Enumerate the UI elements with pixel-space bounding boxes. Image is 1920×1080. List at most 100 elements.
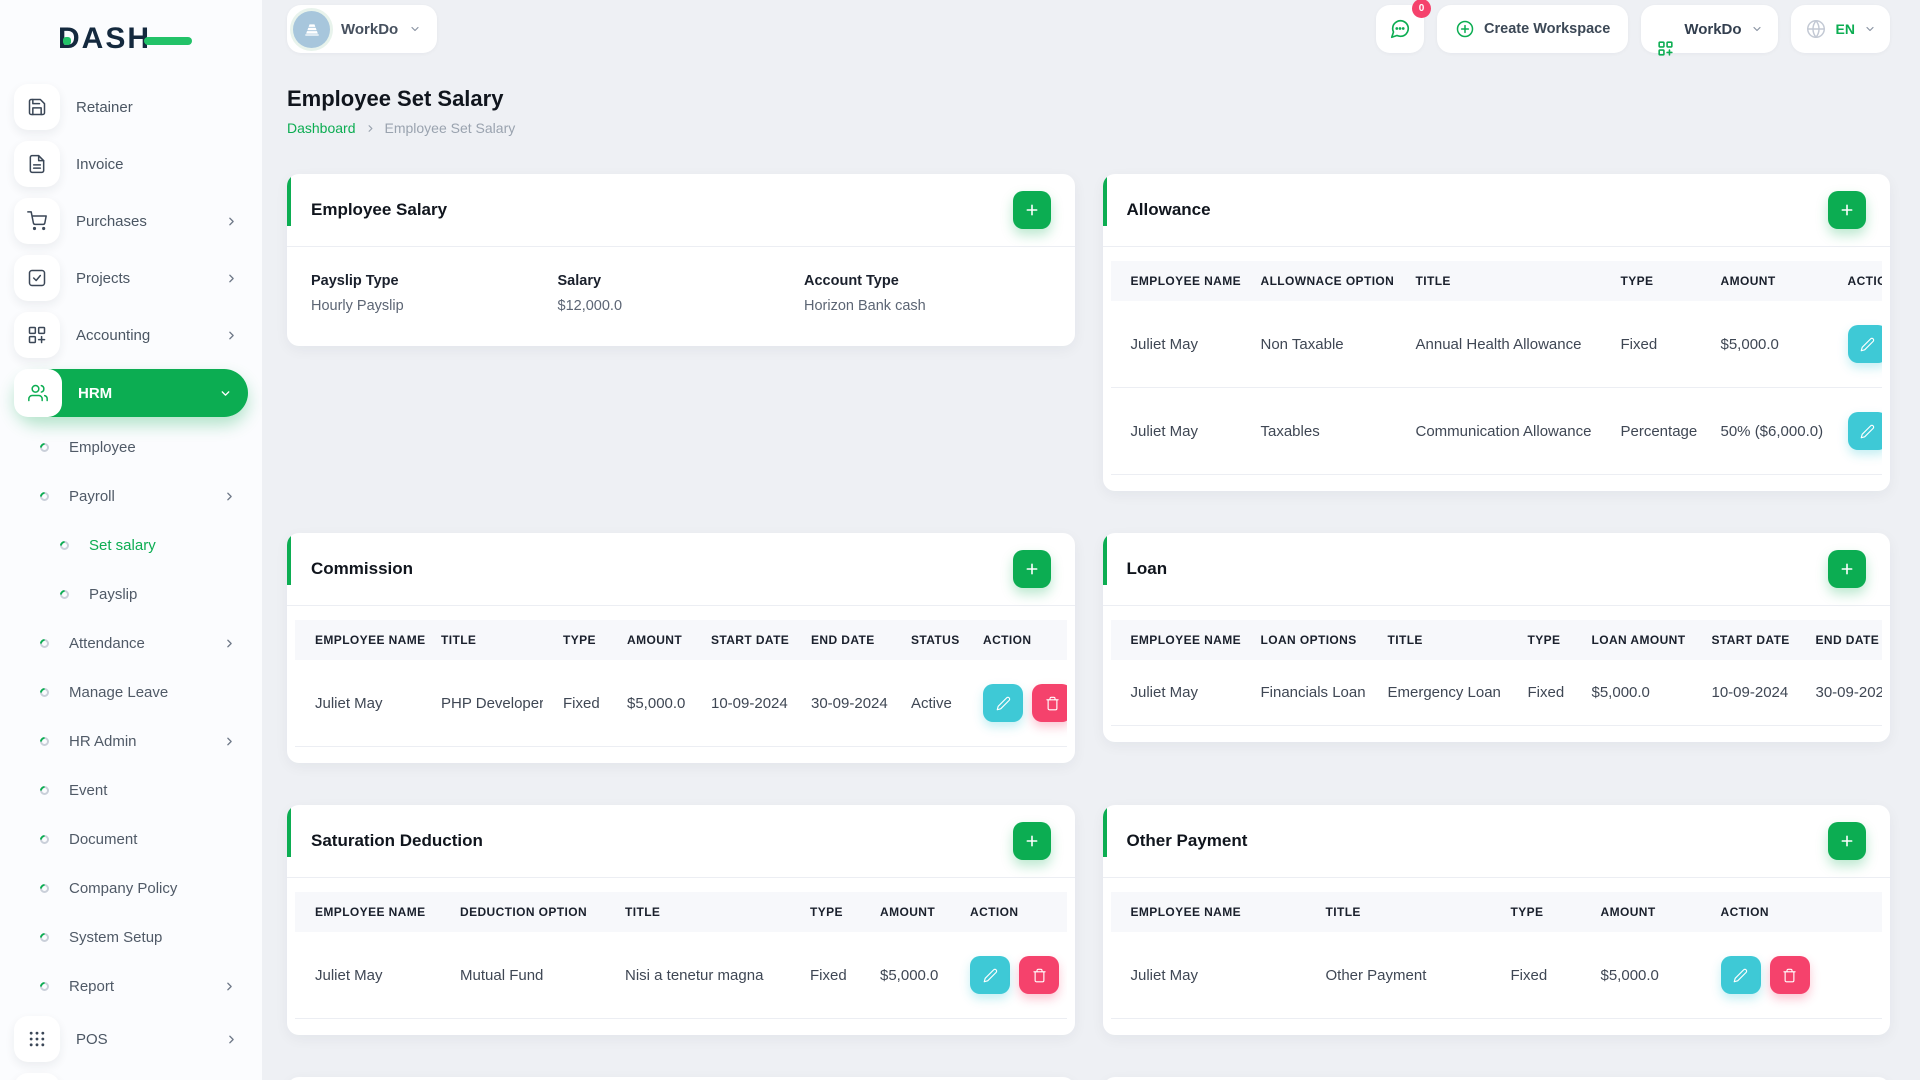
saturation-deduction-table-wrap: Employee Name Deduction Option Title Typ…	[295, 892, 1067, 1019]
messages-count-badge: 0	[1412, 0, 1432, 18]
chevron-right-icon	[225, 272, 238, 285]
app-logo[interactable]: DASH	[58, 22, 192, 56]
trash-icon	[1783, 968, 1796, 982]
sidebar-item-payroll[interactable]: Payroll	[14, 477, 248, 515]
cell-actions	[1827, 301, 1882, 388]
sidebar-item-purchases[interactable]: Purchases	[14, 198, 248, 244]
cart-icon	[14, 198, 60, 244]
delete-button[interactable]	[1769, 956, 1810, 994]
sidebar-item-document[interactable]: Document	[14, 820, 248, 858]
card-header: Allowance	[1102, 174, 1890, 247]
delete-button[interactable]	[1019, 956, 1059, 994]
workspace-switcher[interactable]: WorkDo	[287, 5, 438, 53]
building-icon	[304, 24, 319, 36]
table-header-row: Employee Name Loan Options Title Type Lo…	[1110, 620, 1882, 660]
chevron-down-icon	[1864, 23, 1876, 35]
add-allowance-button[interactable]	[1828, 191, 1866, 229]
sidebar-item-manage-leave[interactable]: Manage Leave	[14, 673, 248, 711]
cell-loan-amount: $5,000.0	[1571, 660, 1692, 726]
sidebar-item-hrm[interactable]: HRM	[14, 369, 248, 417]
sidebar-item-report[interactable]: Report	[14, 967, 248, 1005]
edit-button[interactable]	[1847, 412, 1882, 450]
chevron-right-icon	[223, 490, 236, 503]
sidebar-item-label: POS	[76, 1030, 108, 1048]
create-workspace-button[interactable]: Create Workspace	[1437, 5, 1629, 53]
bullet-icon	[38, 489, 51, 503]
invoice-icon	[14, 141, 60, 187]
add-loan-button[interactable]	[1828, 550, 1866, 588]
chevron-down-icon	[219, 387, 232, 400]
sidebar-item-crm[interactable]: CRM	[14, 1073, 248, 1080]
column-header: Title	[421, 620, 543, 660]
logo-dash-accent	[144, 37, 192, 45]
cell-amount: $5,000.0	[607, 660, 691, 747]
add-saturation-deduction-button[interactable]	[1012, 822, 1051, 860]
sidebar-item-accounting[interactable]: Accounting	[14, 312, 248, 358]
bullet-icon	[58, 538, 71, 552]
sidebar-item-payslip[interactable]: Payslip	[14, 575, 248, 613]
table-row: Juliet May Taxables Communication Allowa…	[1110, 387, 1882, 475]
sidebar-item-retainer[interactable]: Retainer	[14, 84, 248, 130]
sidebar-item-label: Event	[69, 781, 108, 799]
payslip-type-field: Payslip Type Hourly Payslip	[311, 273, 558, 314]
plus-icon	[1841, 204, 1853, 216]
edit-button[interactable]	[983, 684, 1023, 722]
edit-button[interactable]	[970, 956, 1010, 994]
add-commission-button[interactable]	[1012, 550, 1051, 588]
allowance-card: Allowance Employee Name Allownace Option…	[1102, 174, 1890, 491]
cell-start-date: 10-09-2024	[1691, 660, 1796, 726]
sidebar-item-hr-admin[interactable]: HR Admin	[14, 722, 248, 760]
breadcrumb-dashboard-link[interactable]: Dashboard	[287, 120, 356, 136]
column-header: Amount	[1580, 892, 1701, 932]
breadcrumb-current: Employee Set Salary	[384, 120, 516, 136]
sidebar-item-event[interactable]: Event	[14, 771, 248, 809]
field-label: Account Type	[804, 273, 899, 289]
cell-allowance-option: Non Taxable	[1240, 301, 1396, 388]
sidebar-item-system-setup[interactable]: System Setup	[14, 918, 248, 956]
language-dropdown[interactable]: EN	[1790, 5, 1890, 53]
saturation-deduction-card: Saturation Deduction Employee Name Deduc…	[287, 805, 1075, 1035]
add-employee-salary-button[interactable]	[1012, 191, 1051, 229]
messages-button[interactable]: 0	[1376, 0, 1432, 53]
main-content: Employee Set Salary Dashboard Employee S…	[262, 58, 1920, 1080]
bullet-icon	[38, 783, 51, 797]
bullet-icon	[38, 832, 51, 846]
sidebar-item-projects[interactable]: Projects	[14, 255, 248, 301]
chat-icon	[1390, 19, 1410, 39]
edit-button[interactable]	[1847, 325, 1882, 363]
sidebar-item-attendance[interactable]: Attendance	[14, 624, 248, 662]
sidebar-item-pos[interactable]: POS	[14, 1016, 248, 1062]
sidebar-item-invoice[interactable]: Invoice	[14, 141, 248, 187]
pencil-icon	[1733, 968, 1748, 982]
column-header: Allownace Option	[1240, 261, 1396, 301]
column-header: Action	[1700, 892, 1882, 932]
card-title: Allowance	[1126, 200, 1211, 219]
cell-type: Fixed	[790, 932, 860, 1019]
add-other-payment-button[interactable]	[1828, 822, 1866, 860]
chevron-right-icon	[225, 329, 238, 342]
chevron-right-icon	[223, 735, 236, 748]
table-row: Juliet May PHP Developer Fixed $5,000.0 …	[295, 660, 1067, 747]
app-menu-dropdown[interactable]: WorkDo	[1641, 5, 1778, 56]
sidebar-item-set-salary[interactable]: Set salary	[14, 526, 248, 564]
cell-start-date: 10-09-2024	[691, 660, 791, 747]
delete-button[interactable]	[1032, 684, 1067, 722]
allowance-table-scroll[interactable]: Employee Name Allownace Option Title Typ…	[1110, 261, 1882, 475]
saturation-deduction-table: Employee Name Deduction Option Title Typ…	[295, 892, 1067, 1019]
cell-title: Emergency Loan	[1367, 660, 1508, 726]
edit-button[interactable]	[1720, 956, 1761, 994]
column-header: Title	[1367, 620, 1508, 660]
sidebar-item-label: Company Policy	[69, 879, 178, 897]
trash-icon	[1032, 968, 1046, 982]
column-header: Amount	[860, 892, 950, 932]
loan-table-scroll[interactable]: Employee Name Loan Options Title Type Lo…	[1110, 620, 1882, 726]
table-row: Juliet May Mutual Fund Nisi a tenetur ma…	[295, 932, 1067, 1019]
topbar: WorkDo 0 Create Workspace WorkDo EN	[262, 0, 1920, 58]
sidebar-item-label: Employee	[69, 438, 136, 456]
sidebar-item-company-policy[interactable]: Company Policy	[14, 869, 248, 907]
table-header-row: Employee Name Title Type Amount Start Da…	[295, 620, 1067, 660]
column-header: End Date	[1795, 620, 1882, 660]
chevron-right-icon	[225, 215, 238, 228]
column-header: Status	[891, 620, 963, 660]
sidebar-item-employee[interactable]: Employee	[14, 428, 248, 466]
